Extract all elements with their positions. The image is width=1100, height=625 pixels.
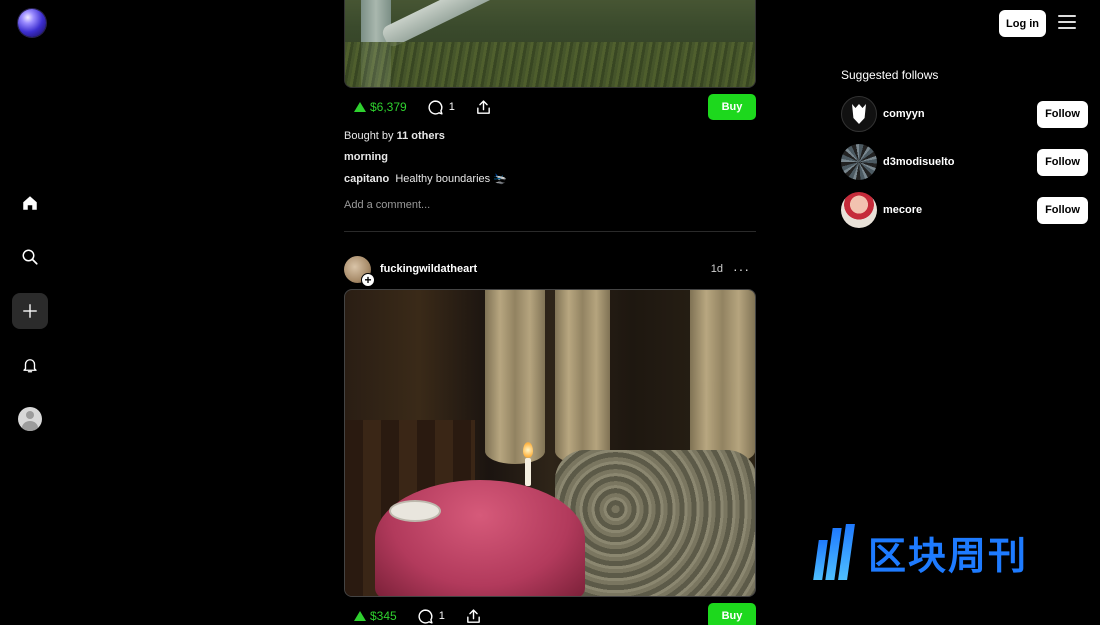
share-icon [466,608,480,623]
arrow-up-icon [354,611,366,621]
add-comment-input[interactable]: Add a comment... [344,199,430,211]
post-comment: capitano Healthy boundaries 🛬 [344,172,507,185]
bought-by-count: 11 others [396,130,445,142]
suggested-user: d3modisuelto Follow [841,144,1088,180]
hamburger-menu-icon[interactable] [1058,15,1076,31]
post-age: 1d [710,263,723,275]
post-actions: $345 1 Buy [344,603,756,625]
nav-create[interactable] [12,293,48,329]
bought-by-prefix: Bought by [344,130,394,142]
comment-count: 1 [448,101,455,113]
comment-count: 1 [438,610,445,622]
app-logo[interactable] [18,9,46,37]
comment-username[interactable]: capitano [344,173,389,185]
price-tag[interactable]: $345 [354,609,397,623]
suggested-username[interactable]: mecore [883,204,922,216]
user-avatar[interactable]: + [344,255,375,287]
comment-icon [418,608,433,624]
more-options-icon[interactable]: ··· [733,261,750,277]
bought-by[interactable]: Bought by 11 others [344,130,445,142]
suggested-username[interactable]: d3modisuelto [883,156,955,168]
post-username[interactable]: fuckingwildatheart [380,263,477,275]
watermark: 区块周刊 [813,524,1029,580]
divider [344,231,756,232]
follow-button[interactable]: Follow [1037,148,1088,176]
comment-button[interactable]: 1 [427,99,455,116]
post-header: + fuckingwildatheart 1d ··· [344,255,756,287]
bell-icon [23,359,37,373]
post-image[interactable] [344,0,756,88]
post-image[interactable] [344,289,756,597]
follow-button[interactable]: Follow [1037,100,1088,128]
suggested-follows-title: Suggested follows [841,68,939,82]
home-icon [23,196,37,210]
plus-icon [23,304,37,318]
follow-button[interactable]: Follow [1037,196,1088,224]
search-icon [22,249,38,265]
comment-button[interactable]: 1 [417,608,445,625]
suggested-username[interactable]: comyyn [883,108,925,120]
watermark-logo-icon [813,524,860,580]
comment-text: Healthy boundaries 🛬 [395,173,507,185]
nav-search[interactable] [12,239,48,275]
post-caption: morning [344,151,388,163]
share-button[interactable] [475,99,492,116]
share-icon [476,99,490,114]
price-tag[interactable]: $6,379 [354,100,407,114]
follow-plus-icon[interactable]: + [361,272,375,287]
buy-button[interactable]: Buy [708,603,756,625]
nav-notifications[interactable] [12,347,48,383]
watermark-text: 区块周刊 [868,533,1029,578]
buy-button[interactable]: Buy [708,94,756,120]
suggested-user: mecore Follow [841,192,1088,228]
nav-home[interactable] [12,185,48,221]
suggested-user: comyyn Follow [841,96,1088,132]
share-button[interactable] [465,608,482,625]
arrow-up-icon [354,102,366,112]
price-value: $345 [370,609,397,623]
login-button[interactable]: Log in [999,10,1046,37]
nav-profile[interactable] [12,401,48,437]
comment-icon [428,99,443,115]
post-actions: $6,379 1 Buy [344,94,756,120]
profile-avatar-icon [18,407,42,431]
user-avatar[interactable] [841,144,877,180]
user-avatar[interactable] [841,96,877,132]
user-avatar[interactable] [841,192,877,228]
price-value: $6,379 [370,100,407,114]
